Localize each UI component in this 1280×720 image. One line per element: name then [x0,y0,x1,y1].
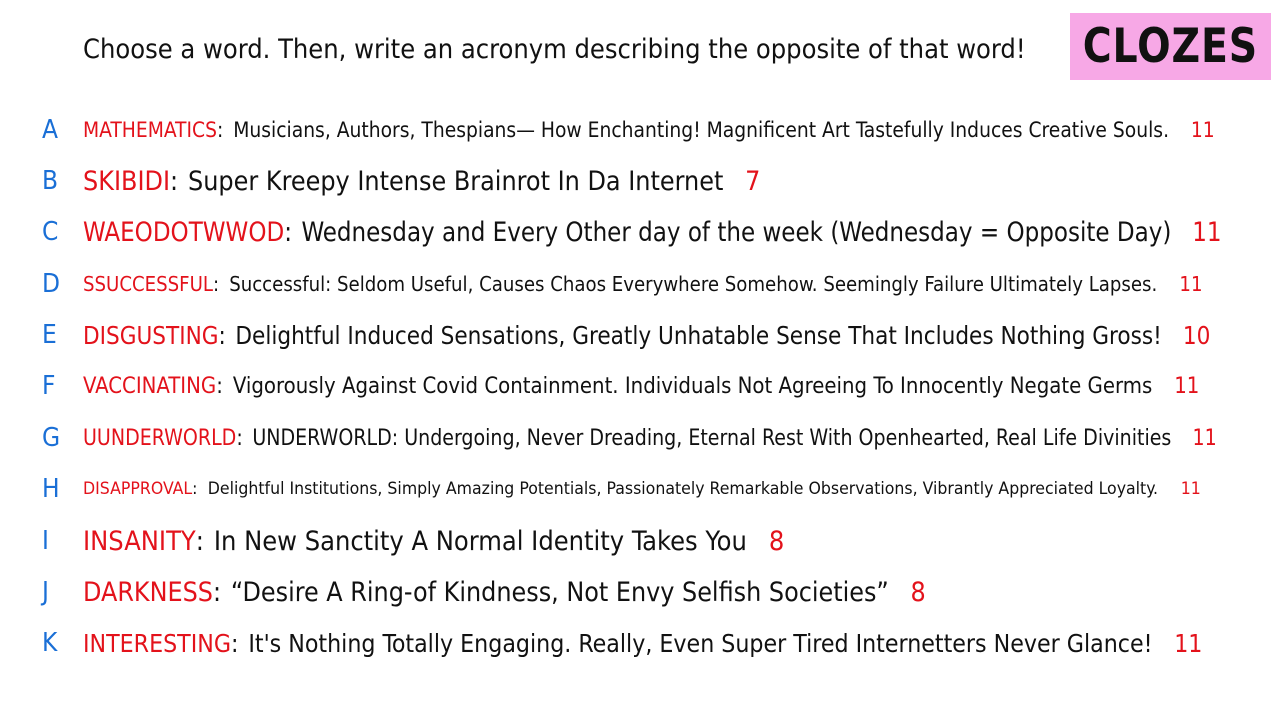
row-count: 8 [768,525,785,557]
row-word: DISGUSTING [83,320,219,350]
row-acronym-text: Delightful Induced Sensations, Greatly U… [235,320,1162,350]
row-count: 11 [1174,628,1203,658]
row-word: UUNDERWORLD [83,425,237,451]
row-acronym-text: Delightful Institutions, Simply Amazing … [207,479,1159,499]
row-acronym-text: UNDERWORLD: Undergoing, Never Dreading, … [252,425,1172,451]
list-item: J DARKNESS: “Desire A Ring-of Kindness, N… [0,572,1280,612]
row-count: 11 [1192,216,1222,248]
prompt-heading: Choose a word. Then, write an acronym de… [83,34,1026,65]
row-letter: G [42,423,61,453]
row-content: UUNDERWORLD: UNDERWORLD: Undergoing, Neve… [83,426,1217,451]
row-word: DISAPPROVAL [83,479,193,499]
row-content: DISGUSTING: Delightful Induced Sensations… [83,321,1210,350]
row-count: 11 [1192,425,1217,451]
list-item: C WAEODOTWWOD: Wednesday and Every Other … [0,212,1280,252]
badge-label: CLOZES [1082,19,1259,74]
row-word: VACCINATING [83,373,217,399]
clozes-badge: CLOZES [1070,13,1271,80]
row-content: INTERESTING: It's Nothing Totally Engagin… [83,629,1202,658]
row-content: SSUCCESSFUL: Successful: Seldom Useful, C… [83,272,1203,296]
row-count: 8 [910,576,926,608]
row-colon: : [216,373,223,399]
list-item: H DISAPPROVAL: Delightful Institutions, S… [0,469,1280,509]
row-content: INSANITY: In New Sanctity A Normal Identi… [83,526,784,557]
row-colon: : [284,216,292,248]
row-content: MATHEMATICS: Musicians, Authors, Thespian… [83,118,1215,142]
row-letter: E [42,320,57,350]
list-item: F VACCINATING: Vigorously Against Covid C… [0,366,1280,406]
row-content: DISAPPROVAL: Delightful Institutions, Sim… [83,479,1201,499]
row-letter: J [42,577,49,607]
row-count: 7 [745,165,761,197]
list-item: K INTERESTING: It's Nothing Totally Engag… [0,623,1280,663]
row-word: SSUCCESSFUL [83,272,213,296]
row-colon: : [192,479,198,499]
row-acronym-text: Super Kreepy Intense Brainrot In Da Inte… [187,165,724,197]
row-content: SKIBIDI: Super Kreepy Intense Brainrot In… [83,166,760,197]
list-item: I INSANITY: In New Sanctity A Normal Iden… [0,521,1280,561]
row-acronym-text: Vigorously Against Covid Containment. In… [232,373,1153,399]
row-word: MATHEMATICS [83,118,217,142]
row-word: SKIBIDI [83,165,171,197]
list-item: D SSUCCESSFUL: Successful: Seldom Useful,… [0,264,1280,304]
row-content: VACCINATING: Vigorously Against Covid Con… [83,374,1199,399]
row-letter: H [42,474,60,504]
row-word: INTERESTING [83,628,232,658]
list-item: G UUNDERWORLD: UNDERWORLD: Undergoing, Ne… [0,418,1280,458]
row-acronym-text: Musicians, Authors, Thespians— How Encha… [233,118,1170,142]
row-count: 11 [1180,479,1201,499]
row-letter: C [42,217,59,247]
row-letter: F [42,371,56,401]
list-item: A MATHEMATICS: Musicians, Authors, Thespi… [0,110,1280,150]
row-colon: : [218,320,226,350]
row-colon: : [236,425,243,451]
row-letter: I [42,526,49,556]
row-colon: : [195,525,204,557]
row-count: 11 [1174,373,1200,399]
row-word: INSANITY [83,525,196,557]
row-colon: : [212,272,220,296]
row-count: 11 [1179,272,1203,296]
row-colon: : [231,628,239,658]
row-letter: D [42,269,61,299]
row-acronym-text: It's Nothing Totally Engaging. Really, E… [248,628,1153,658]
row-acronym-text: In New Sanctity A Normal Identity Takes … [213,525,747,557]
row-letter: K [42,628,58,658]
row-count: 10 [1182,320,1211,350]
row-letter: B [42,166,59,196]
row-word: DARKNESS [83,576,214,608]
list-item: E DISGUSTING: Delightful Induced Sensatio… [0,315,1280,355]
row-word: WAEODOTWWOD [83,216,285,248]
row-acronym-text: Wednesday and Every Other day of the wee… [301,216,1172,248]
row-content: DARKNESS: “Desire A Ring-of Kindness, Not… [83,577,926,608]
row-colon: : [213,576,222,608]
list-item: B SKIBIDI: Super Kreepy Intense Brainrot … [0,161,1280,201]
row-acronym-text: “Desire A Ring-of Kindness, Not Envy Sel… [230,576,889,608]
row-colon: : [216,118,224,142]
row-letter: A [42,115,58,145]
row-count: 11 [1190,118,1215,142]
row-acronym-text: Successful: Seldom Useful, Causes Chaos … [229,272,1158,296]
row-colon: : [170,165,179,197]
row-content: WAEODOTWWOD: Wednesday and Every Other da… [83,217,1222,248]
